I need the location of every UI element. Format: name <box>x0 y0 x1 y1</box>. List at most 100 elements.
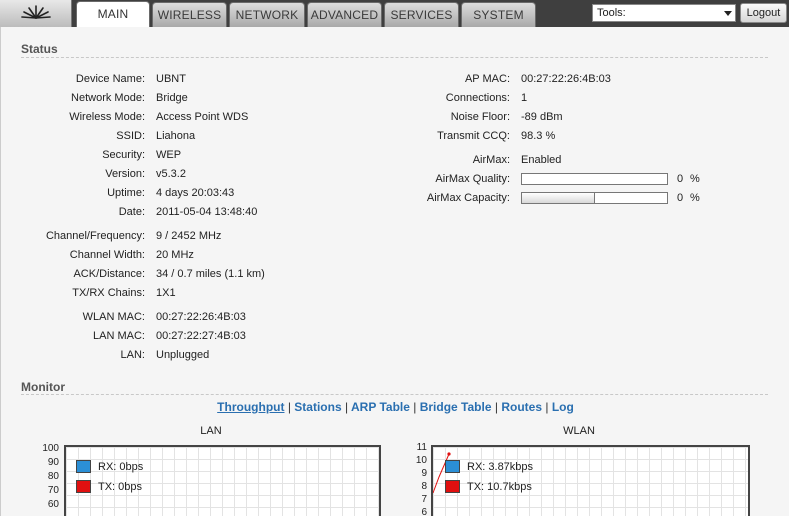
top-nav-bar: MAIN WIRELESS NETWORK ADVANCED SERVICES … <box>0 0 789 28</box>
wlan-rx-text: RX: 3.87kbps <box>467 461 534 473</box>
status-label: LAN MAC: <box>93 330 145 342</box>
status-label: Channel Width: <box>69 249 145 261</box>
status-value: 1 <box>521 92 528 104</box>
airmax-quality-bar <box>521 173 668 185</box>
link-routes[interactable]: Routes <box>501 400 542 414</box>
lan-graph-title: LAN <box>200 425 222 437</box>
status-value: -89 dBm <box>521 111 563 123</box>
tab-main[interactable]: MAIN <box>76 1 150 28</box>
lan-graph: RX: 0bps TX: 0bps <box>64 445 381 516</box>
rx-color-swatch <box>445 460 460 473</box>
status-row: Channel/Frequency: 9 / 2452 MHz <box>1 229 789 243</box>
wlan-graph: RX: 3.87kbps TX: 10.7kbps <box>431 445 750 516</box>
monitor-links: Throughput | Stations | ARP Table | Brid… <box>1 400 789 414</box>
tx-color-swatch <box>76 480 91 493</box>
lan-y-tick: 80 <box>47 471 59 482</box>
status-value: 00:27:22:26:4B:03 <box>521 73 611 85</box>
link-separator: | <box>494 400 498 414</box>
status-row: Noise Floor: -89 dBm <box>1 110 789 124</box>
ubiquiti-logo-icon <box>21 5 51 19</box>
tools-dropdown-value: Tools: <box>597 7 626 19</box>
lan-y-tick: 70 <box>47 485 59 496</box>
status-label: AP MAC: <box>464 73 510 85</box>
status-row: Transmit CCQ: 98.3 % <box>1 129 789 143</box>
tab-wireless[interactable]: WIRELESS <box>152 2 227 27</box>
logout-button[interactable]: Logout <box>740 3 787 23</box>
wlan-y-tick: 11 <box>416 442 427 453</box>
status-label: Noise Floor: <box>450 111 510 123</box>
lan-y-tick: 90 <box>47 457 59 468</box>
link-separator: | <box>344 400 349 414</box>
status-label: Connections: <box>445 92 510 104</box>
airmax-capacity-unit: % <box>690 192 700 204</box>
status-row: TX/RX Chains: 1X1 <box>1 286 789 300</box>
status-label: Transmit CCQ: <box>437 130 510 142</box>
link-separator: | <box>413 400 417 414</box>
chevron-down-icon <box>724 11 732 16</box>
status-label: Date: <box>118 206 145 218</box>
status-value: 00:27:22:27:4B:03 <box>156 330 246 342</box>
status-row: WLAN MAC: 00:27:22:26:4B:03 <box>1 310 789 324</box>
status-row: Connections: 1 <box>1 91 789 105</box>
airmax-capacity-row: AirMax Capacity: 0 % <box>1 191 789 205</box>
status-value: Unplugged <box>156 349 210 361</box>
tab-services[interactable]: SERVICES <box>384 2 459 27</box>
status-label: ACK/Distance: <box>73 268 145 280</box>
lan-y-tick: 100 <box>42 443 59 454</box>
tab-network[interactable]: NETWORK <box>229 2 305 27</box>
link-arp-table[interactable]: ARP Table <box>351 400 410 414</box>
airmax-capacity-value: 0 <box>677 192 684 204</box>
status-label: TX/RX Chains: <box>72 287 145 299</box>
wlan-y-tick: 8 <box>421 481 427 492</box>
tools-dropdown[interactable]: Tools: <box>592 4 736 22</box>
tab-advanced[interactable]: ADVANCED <box>307 2 382 27</box>
status-row: LAN MAC: 00:27:22:27:4B:03 <box>1 329 789 343</box>
status-row: LAN: Unplugged <box>1 348 789 362</box>
ubiquiti-logo[interactable] <box>0 0 72 27</box>
wlan-y-tick: 10 <box>415 455 427 466</box>
airmax-quality-value: 0 <box>677 173 684 185</box>
status-value: 2011-05-04 13:48:40 <box>156 206 258 218</box>
airmax-quality-label: AirMax Quality: <box>435 173 510 185</box>
status-value: 00:27:22:26:4B:03 <box>156 311 246 323</box>
lan-rx-text: RX: 0bps <box>98 461 144 473</box>
airmax-quality-unit: % <box>690 173 700 185</box>
status-section-title: Status <box>21 42 58 56</box>
status-value: 1X1 <box>156 287 176 299</box>
status-row: ACK/Distance: 34 / 0.7 miles (1.1 km) <box>1 267 789 281</box>
status-value: Enabled <box>521 154 562 166</box>
wlan-graph-title: WLAN <box>563 425 595 437</box>
link-stations[interactable]: Stations <box>294 400 341 414</box>
airmax-capacity-label: AirMax Capacity: <box>426 192 510 204</box>
status-label: AirMax: <box>472 154 510 166</box>
status-label: LAN: <box>120 349 145 361</box>
wlan-tx-text: TX: 10.7kbps <box>467 481 532 493</box>
airmax-capacity-bar <box>521 192 668 204</box>
status-value: 98.3 % <box>521 130 556 142</box>
status-row: Date: 2011-05-04 13:48:40 <box>1 205 789 219</box>
airmax-capacity-bar-fill <box>522 193 595 203</box>
status-value: 20 MHz <box>156 249 194 261</box>
link-throughput[interactable]: Throughput <box>217 400 284 414</box>
airmax-quality-row: AirMax Quality: 0 % <box>1 172 789 186</box>
status-label: WLAN MAC: <box>82 311 145 323</box>
monitor-section-title: Monitor <box>21 380 65 394</box>
status-value: 34 / 0.7 miles (1.1 km) <box>156 268 265 280</box>
status-label: Channel/Frequency: <box>45 230 145 242</box>
main-content: Status Device Name: UBNT Network Mode: Brid… <box>0 27 789 516</box>
link-bridge-table[interactable]: Bridge Table <box>420 400 492 414</box>
tab-system[interactable]: SYSTEM <box>461 2 536 27</box>
link-separator: | <box>287 400 291 414</box>
wlan-y-tick: 9 <box>421 468 427 479</box>
wlan-y-tick: 7 <box>421 494 427 505</box>
status-row: AirMax: Enabled <box>1 153 789 167</box>
lan-y-tick: 60 <box>47 499 59 510</box>
monitor-divider <box>21 394 768 395</box>
status-row: AP MAC: 00:27:22:26:4B:03 <box>1 72 789 86</box>
rx-color-swatch <box>76 460 91 473</box>
wlan-y-tick: 6 <box>421 507 427 516</box>
link-separator: | <box>545 400 549 414</box>
link-log[interactable]: Log <box>552 400 574 414</box>
status-row: Channel Width: 20 MHz <box>1 248 789 262</box>
status-divider <box>21 57 768 58</box>
